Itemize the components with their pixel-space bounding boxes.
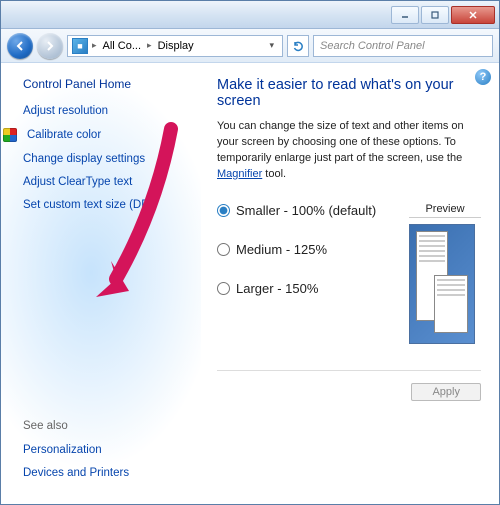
preview-thumbnail: [409, 224, 475, 344]
breadcrumb-allcontrol[interactable]: All Co...: [101, 40, 144, 52]
sidebar-link-set-custom-dpi[interactable]: Set custom text size (DPI): [23, 199, 193, 211]
option-medium-label: Medium - 125%: [236, 242, 327, 257]
refresh-button[interactable]: [287, 35, 309, 57]
divider: [217, 370, 481, 371]
option-medium[interactable]: Medium - 125%: [217, 242, 397, 257]
apply-button[interactable]: Apply: [411, 383, 481, 401]
search-placeholder: Search Control Panel: [320, 40, 425, 52]
control-panel-home-link[interactable]: Control Panel Home: [23, 77, 193, 91]
titlebar: [1, 1, 499, 29]
seealso-link-devices-printers[interactable]: Devices and Printers: [23, 467, 193, 479]
description-text: You can change the size of text and othe…: [217, 119, 481, 183]
sidebar-link-adjust-resolution[interactable]: Adjust resolution: [23, 105, 193, 117]
sidebar-link-adjust-cleartype[interactable]: Adjust ClearType text: [23, 176, 193, 188]
option-smaller-label: Smaller - 100% (default): [236, 203, 376, 218]
chevron-right-icon: ▸: [147, 40, 152, 51]
see-also-header: See also: [23, 420, 193, 432]
minimize-button[interactable]: [391, 6, 419, 24]
close-button[interactable]: [451, 6, 495, 24]
magnifier-link[interactable]: Magnifier: [217, 168, 262, 180]
size-options: Smaller - 100% (default) Medium - 125% L…: [217, 203, 481, 344]
display-icon: ■: [72, 38, 88, 54]
sidebar-link-change-display-settings[interactable]: Change display settings: [23, 153, 193, 165]
annotation-arrow: [41, 119, 191, 309]
sidebar: Control Panel Home Adjust resolution Cal…: [1, 63, 201, 504]
help-icon[interactable]: ?: [475, 69, 491, 85]
radio-smaller[interactable]: [217, 204, 230, 217]
seealso-link-personalization[interactable]: Personalization: [23, 444, 193, 456]
option-column: Smaller - 100% (default) Medium - 125% L…: [217, 203, 397, 344]
option-larger[interactable]: Larger - 150%: [217, 281, 397, 296]
control-panel-window: ■ ▸ All Co... ▸ Display ▾ Search Control…: [0, 0, 500, 505]
content-area: Control Panel Home Adjust resolution Cal…: [1, 63, 499, 504]
chevron-right-icon: ▸: [92, 40, 97, 51]
main-panel: ? Make it easier to read what's on your …: [201, 63, 499, 504]
maximize-button[interactable]: [421, 6, 449, 24]
address-bar[interactable]: ■ ▸ All Co... ▸ Display ▾: [67, 35, 283, 57]
preview-header: Preview: [409, 203, 481, 218]
breadcrumb-display[interactable]: Display: [156, 40, 196, 52]
see-also-section: See also Personalization Devices and Pri…: [23, 420, 193, 490]
preview-column: Preview: [409, 203, 481, 344]
option-larger-label: Larger - 150%: [236, 281, 318, 296]
radio-larger[interactable]: [217, 282, 230, 295]
search-input[interactable]: Search Control Panel: [313, 35, 493, 57]
chevron-down-icon[interactable]: ▾: [265, 40, 278, 51]
preview-window-2: [434, 275, 468, 333]
back-button[interactable]: [7, 33, 33, 59]
radio-medium[interactable]: [217, 243, 230, 256]
desc-pre: You can change the size of text and othe…: [217, 120, 464, 164]
apply-row: Apply: [217, 383, 481, 401]
page-title: Make it easier to read what's on your sc…: [217, 77, 481, 109]
navbar: ■ ▸ All Co... ▸ Display ▾ Search Control…: [1, 29, 499, 63]
desc-post: tool.: [262, 168, 286, 180]
option-smaller[interactable]: Smaller - 100% (default): [217, 203, 397, 218]
sidebar-link-calibrate-color[interactable]: Calibrate color: [23, 128, 193, 142]
forward-button[interactable]: [37, 33, 63, 59]
